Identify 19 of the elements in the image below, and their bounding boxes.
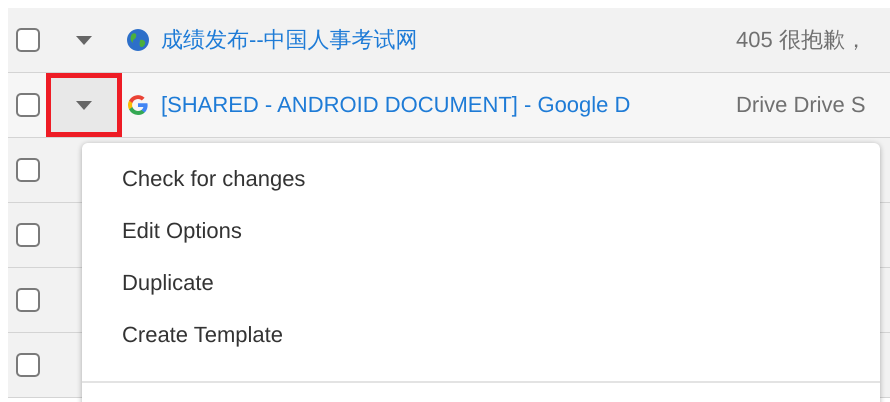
page-title-link[interactable]: [SHARED - ANDROID DOCUMENT] - Google D — [161, 92, 736, 118]
snippet-text: 405 很抱歉， — [736, 26, 867, 54]
page-title-link[interactable]: 成绩发布--中国人事考试网 — [161, 25, 736, 55]
checkbox[interactable] — [16, 28, 40, 52]
menu-item[interactable]: Create Template — [82, 309, 880, 361]
dropdown-button[interactable] — [46, 73, 122, 137]
menu-item[interactable]: Edit Options — [82, 205, 880, 257]
caret-icon — [76, 100, 92, 110]
snippet-text: Drive Drive S — [736, 92, 866, 118]
globe-icon — [126, 28, 150, 52]
checkbox[interactable] — [16, 158, 40, 182]
menu-item[interactable]: Duplicate — [82, 257, 880, 309]
checkbox[interactable] — [16, 288, 40, 312]
checkbox[interactable] — [16, 353, 40, 377]
caret-icon — [76, 36, 92, 44]
g-logo-icon — [126, 93, 150, 117]
checkbox[interactable] — [16, 223, 40, 247]
menu-item[interactable]: Check for changes — [82, 153, 880, 205]
checkbox[interactable] — [16, 93, 40, 117]
